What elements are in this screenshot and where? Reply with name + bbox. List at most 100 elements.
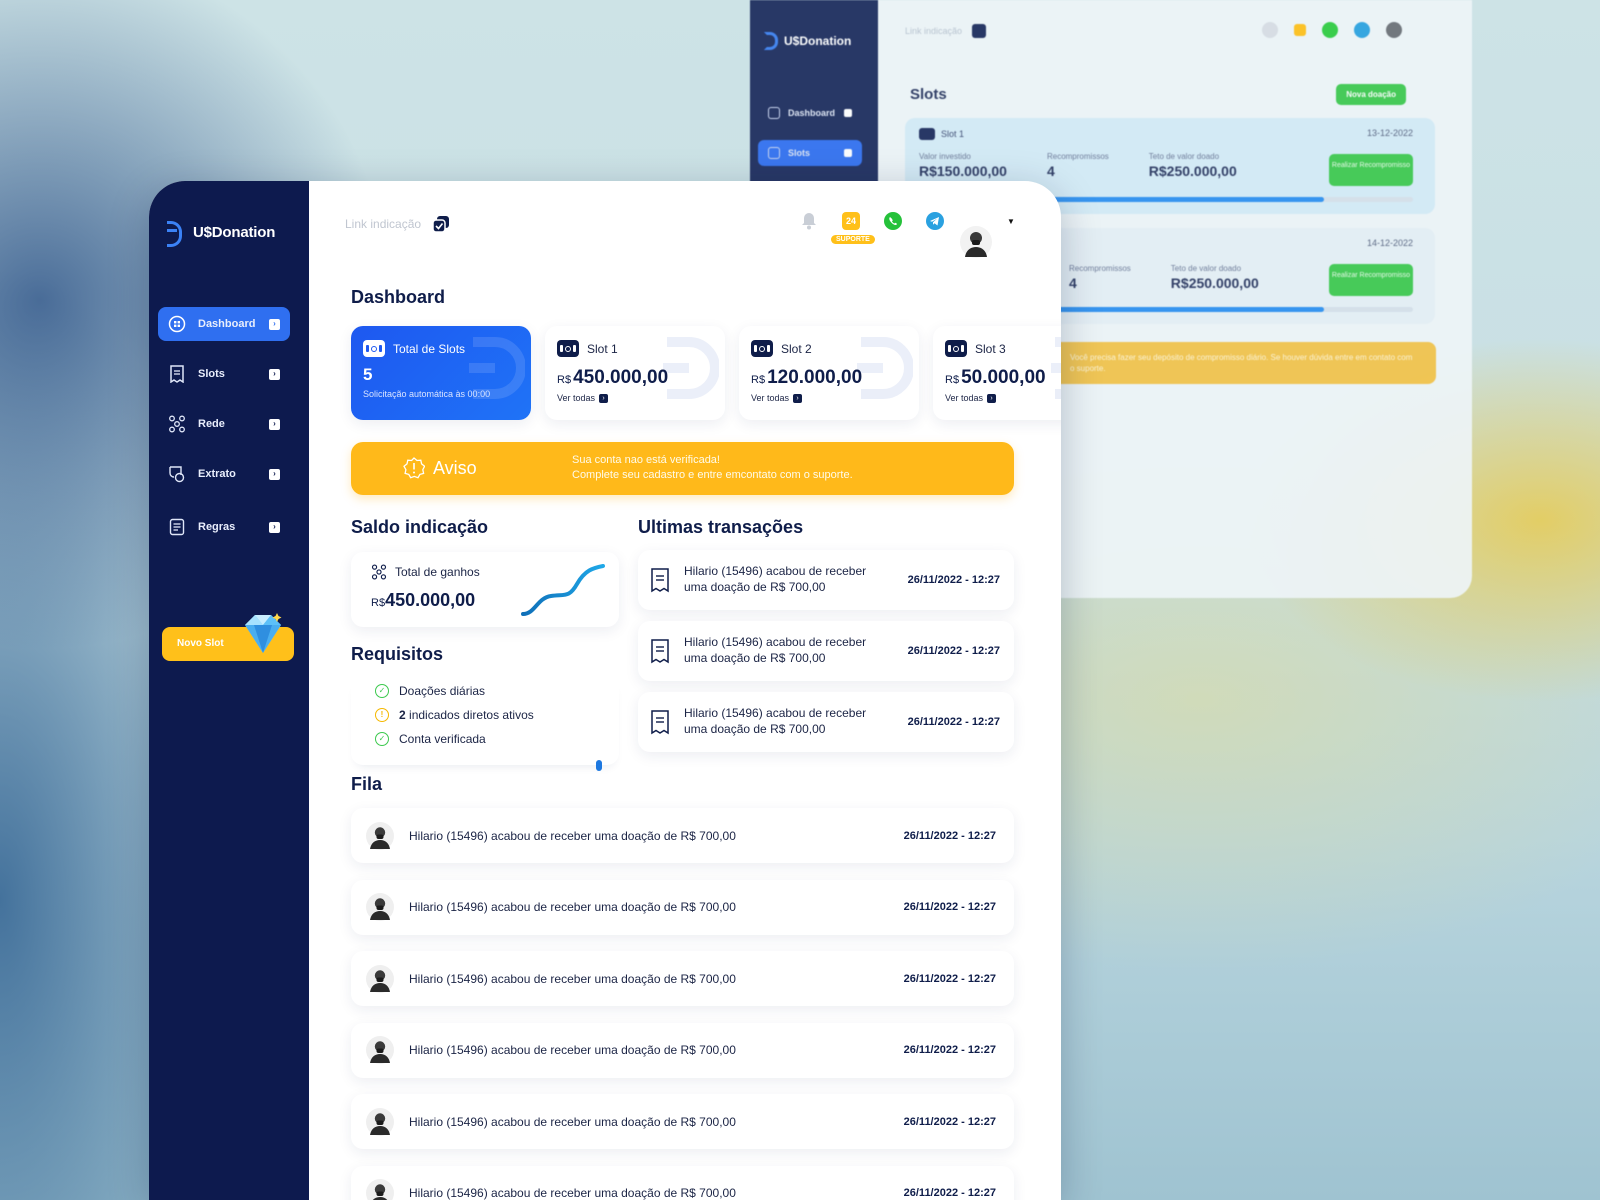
slot-chip-icon: [557, 340, 579, 357]
commit-label: Recompromissos: [1069, 264, 1131, 273]
copy-icon[interactable]: [972, 24, 987, 38]
slot-card[interactable]: Slot 1 R$ 450.000,00 Ver todas ›: [545, 326, 725, 420]
user-avatar[interactable]: [959, 225, 993, 259]
queue-row[interactable]: Hilario (15496) acabou de receber uma do…: [351, 879, 1014, 935]
telegram-icon[interactable]: [1354, 22, 1370, 38]
user-avatar: [366, 1036, 394, 1064]
invested-value: R$150.000,00: [919, 163, 1007, 179]
see-all-label: Ver todas: [557, 393, 596, 403]
back-nav-label: Dashboard: [788, 108, 836, 118]
chevron-right-icon: ›: [987, 393, 997, 403]
back-nav-slots[interactable]: Slots: [758, 140, 862, 166]
chevron-right-icon: ›: [269, 368, 280, 380]
queue-row[interactable]: Hilario (15496) acabou de receber uma do…: [351, 1165, 1014, 1200]
sidebar-item-slots[interactable]: Slots ›: [158, 357, 290, 391]
receipt-icon: [168, 365, 186, 383]
network-icon: [168, 415, 186, 433]
queue-row[interactable]: Hilario (15496) acabou de receber uma do…: [351, 808, 1014, 863]
bell-icon[interactable]: [1262, 22, 1278, 38]
card-title: Slot 2: [781, 341, 812, 356]
queue-row[interactable]: Hilario (15496) acabou de receber uma do…: [351, 1094, 1014, 1149]
statement-icon: [168, 465, 186, 483]
requirement-text: Conta verificada: [399, 732, 486, 746]
requirement-text: indicados diretos ativos: [405, 708, 534, 722]
new-donation-button[interactable]: Nova doação: [1336, 84, 1406, 105]
slot-chip-icon: [919, 128, 935, 140]
user-avatar: [366, 1179, 394, 1200]
card-title: Slot 3: [975, 341, 1006, 356]
recompromisso-button[interactable]: Realizar Recompromisso: [1329, 154, 1413, 186]
commit-value: 4: [1069, 275, 1077, 291]
queue-date: 26/11/2022 - 12:27: [903, 1115, 996, 1128]
requirement-item: ✓ Conta verificada: [375, 727, 619, 751]
transaction-row[interactable]: Hilario (15496) acabou de receber uma do…: [638, 692, 1014, 752]
sidebar-item-dashboard[interactable]: Dashboard ›: [158, 307, 290, 341]
earnings-value: 450.000,00: [385, 590, 476, 610]
queue-row[interactable]: Hilario (15496) acabou de receber uma do…: [351, 1022, 1014, 1078]
support-icon[interactable]: [1294, 24, 1306, 36]
sidebar-item-extrato[interactable]: Extrato ›: [158, 457, 290, 491]
chevron-right-icon: ›: [793, 393, 803, 403]
whatsapp-icon[interactable]: [1322, 22, 1338, 38]
cap-label: Teto de valor doado: [1148, 152, 1220, 161]
warning-line-1: Sua conta nao está verificada!: [572, 454, 720, 466]
back-header-icons: [1262, 22, 1402, 38]
receipt-icon: [768, 147, 780, 159]
recompromisso-button[interactable]: Realizar Recompromisso: [1329, 264, 1413, 296]
cap-value: R$250.000,00: [1170, 275, 1259, 291]
receipt-icon: [651, 639, 669, 664]
see-all-link[interactable]: Ver todas ›: [945, 393, 1061, 403]
bell-icon[interactable]: [799, 211, 819, 231]
sidebar-item-regras[interactable]: Regras ›: [158, 510, 290, 544]
warning-icon: [403, 457, 425, 479]
transaction-date: 26/11/2022 - 12:27: [907, 645, 1000, 657]
transaction-date: 26/11/2022 - 12:27: [907, 716, 1000, 728]
scrollbar-thumb[interactable]: [596, 760, 602, 771]
slot-card[interactable]: Slot 2 R$ 120.000,00 Ver todas ›: [739, 326, 919, 420]
section-title-requisitos: Requisitos: [351, 644, 444, 664]
queue-date: 26/11/2022 - 12:27: [903, 1187, 996, 1199]
warning-banner: Aviso Sua conta nao está verificada! Com…: [351, 442, 1014, 495]
card-value: 5: [363, 365, 373, 384]
slot-chip-icon: [751, 340, 773, 357]
receipt-icon: [651, 568, 669, 593]
currency-label: R$: [557, 374, 572, 386]
slot-chip-icon: [945, 340, 967, 357]
transaction-text: Hilario (15496) acabou de receber uma do…: [684, 564, 867, 594]
see-all-label: Ver todas: [945, 393, 984, 403]
warning-line-2: Complete seu cadastro e entre emcontato …: [572, 469, 853, 482]
telegram-icon[interactable]: [925, 211, 945, 231]
support-icon[interactable]: 24 SUPORTE: [831, 211, 875, 244]
referral-link-label: Link indicação: [345, 217, 422, 231]
app-window: U$Donation Dashboard › Slots › Rede › Ex…: [149, 181, 1061, 1200]
card-value: 50.000,00: [961, 367, 1046, 388]
transaction-row[interactable]: Hilario (15496) acabou de receber uma do…: [638, 621, 1014, 681]
requirement-item: ✓ Doações diárias: [375, 679, 619, 703]
back-nav-dashboard[interactable]: Dashboard: [758, 100, 862, 126]
referral-link[interactable]: Link indicação: [345, 214, 451, 234]
avatar[interactable]: [1386, 22, 1402, 38]
card-title: Total de Slots: [393, 341, 466, 356]
whatsapp-icon[interactable]: [883, 211, 903, 231]
total-slots-card[interactable]: Total de Slots 5 Solicitação automática …: [351, 326, 531, 420]
receipt-icon: [651, 710, 669, 735]
back-nav-label: Slots: [788, 148, 811, 158]
back-link-indicacao[interactable]: Link indicação: [905, 24, 987, 38]
sidebar-item-rede[interactable]: Rede ›: [158, 407, 290, 441]
requirement-text: Doações diárias: [399, 684, 486, 698]
network-icon: [371, 564, 387, 580]
chevron-down-icon[interactable]: ▼: [1007, 217, 1015, 226]
copy-icon[interactable]: [431, 214, 451, 234]
queue-row[interactable]: Hilario (15496) acabou de receber uma do…: [351, 951, 1014, 1006]
see-all-link[interactable]: Ver todas ›: [557, 393, 713, 403]
card-value: 120.000,00: [767, 367, 863, 388]
transaction-row[interactable]: Hilario (15496) acabou de receber uma do…: [638, 550, 1014, 610]
support-badge: 24: [842, 212, 860, 230]
new-slot-label: Novo Slot: [177, 638, 224, 649]
user-avatar: [366, 964, 394, 993]
alert-circle-icon: !: [375, 708, 389, 722]
slot-card[interactable]: Slot 3 R$ 50.000,00 Ver todas ›: [933, 326, 1061, 420]
invested-label: Valor investido: [919, 152, 971, 161]
diamond-icon: [245, 613, 282, 653]
see-all-link[interactable]: Ver todas ›: [751, 393, 907, 403]
